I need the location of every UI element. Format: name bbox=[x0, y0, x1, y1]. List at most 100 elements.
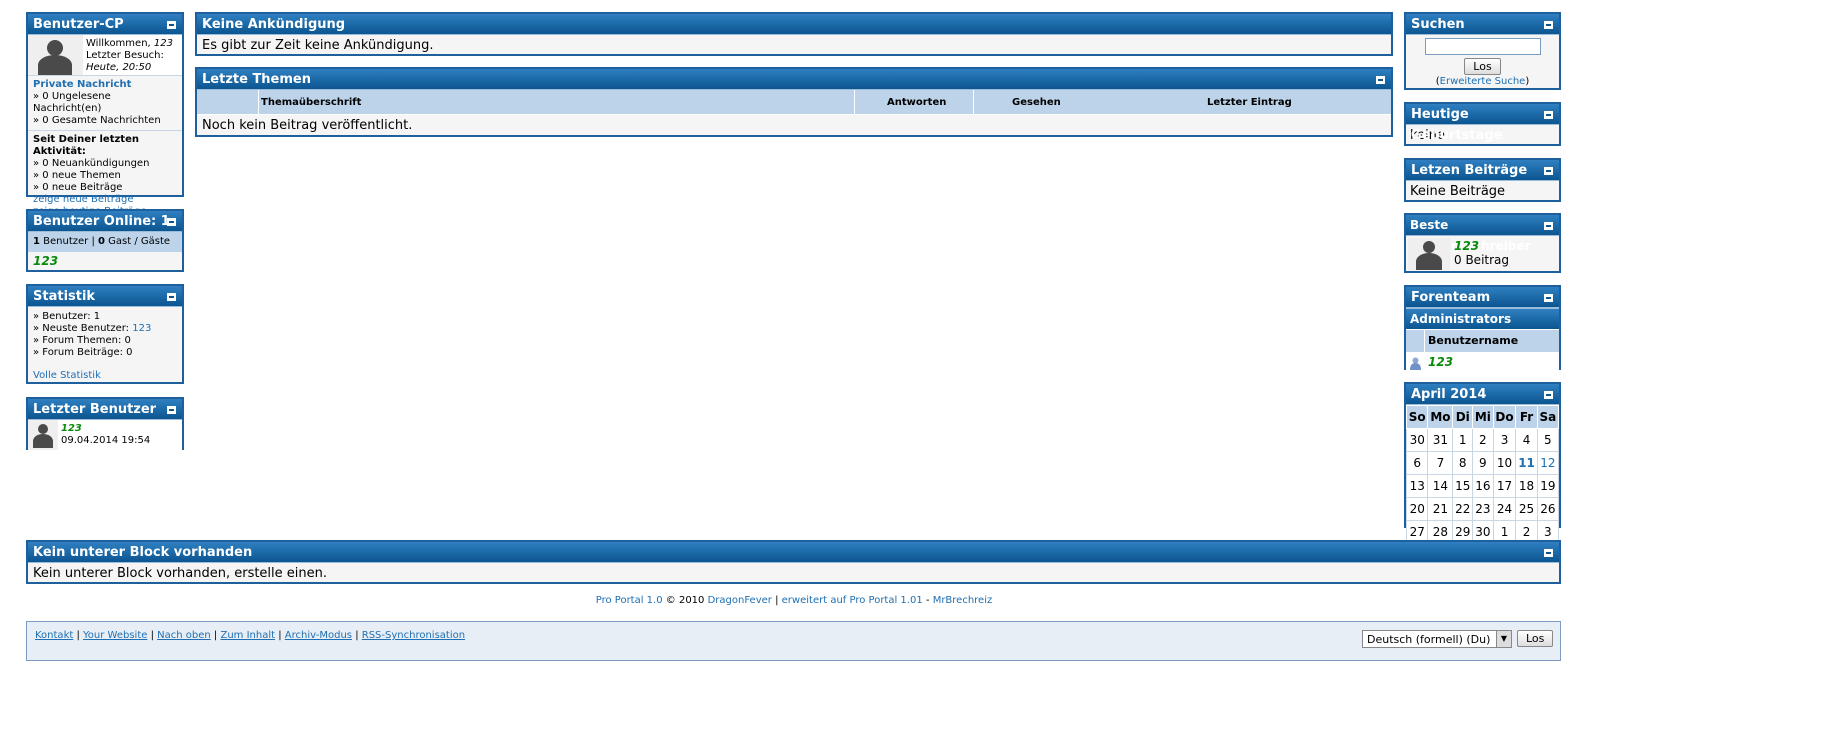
calendar-day-header: Do bbox=[1492, 405, 1517, 429]
calendar-day: 17 bbox=[1492, 474, 1517, 498]
collapse-icon[interactable] bbox=[1376, 76, 1385, 84]
calendar-day: 6 bbox=[1405, 451, 1429, 475]
top-poster-link[interactable]: 123 bbox=[1454, 239, 1479, 253]
collapse-icon[interactable] bbox=[1544, 391, 1553, 399]
statistics-header: Statistik bbox=[28, 286, 182, 307]
collapse-icon[interactable] bbox=[167, 406, 176, 414]
calendar-day: 15 bbox=[1452, 474, 1474, 498]
user-cp-header: Benutzer-CP bbox=[28, 14, 182, 35]
recent-posts-header: Letzen Beiträge bbox=[1406, 160, 1559, 181]
private-messages-link[interactable]: Private Nachricht bbox=[33, 79, 177, 91]
last-user-link[interactable]: 123 bbox=[61, 423, 82, 434]
column-last-post[interactable]: Letzter Eintrag bbox=[1207, 97, 1292, 108]
calendar-day: 26 bbox=[1536, 497, 1560, 521]
recent-posts-block: Letzen Beiträge Keine Beiträge bbox=[1404, 158, 1561, 202]
top-posters-block: Beste Beitragsschreiber 123 0 Beitrag bbox=[1404, 213, 1561, 273]
topics-empty-message: Noch kein Beitrag veröffentlicht. bbox=[202, 118, 413, 133]
full-statistics-link[interactable]: Volle Statistik bbox=[33, 370, 101, 381]
language-go-button[interactable]: Los bbox=[1517, 630, 1554, 647]
calendar-day[interactable]: 11 bbox=[1515, 451, 1538, 475]
calendar-block: April 2014 So Mo Di Mi Do Fr Sa 30 31 1 2 3 4 5 6 7 8 9 1… bbox=[1404, 382, 1561, 544]
calendar-day: 24 bbox=[1492, 497, 1517, 521]
collapse-icon[interactable] bbox=[1544, 294, 1553, 302]
calendar-day: 25 bbox=[1515, 497, 1538, 521]
calendar-day: 4 bbox=[1515, 428, 1538, 452]
show-new-posts-link[interactable]: zeige neue Beiträge bbox=[33, 194, 177, 206]
footer-link[interactable]: Your Website bbox=[83, 630, 147, 641]
collapse-icon[interactable] bbox=[1544, 111, 1553, 119]
last-user-header: Letzter Benutzer bbox=[28, 399, 182, 420]
footer-link[interactable]: Archiv-Modus bbox=[285, 630, 352, 641]
mrbrechreiz-link[interactable]: MrBrechreiz bbox=[933, 595, 993, 606]
latest-topics-header: Letzte Themen bbox=[197, 69, 1391, 90]
calendar-day: 8 bbox=[1452, 451, 1474, 475]
calendar-day-header: Di bbox=[1452, 405, 1474, 429]
last-user-block: Letzter Benutzer 123 09.04.2014 19:54 bbox=[26, 397, 184, 450]
calendar-day: 16 bbox=[1472, 474, 1494, 498]
credits: Pro Portal 1.0 © 2010 DragonFever | erwe… bbox=[595, 595, 993, 606]
calendar-day: 7 bbox=[1427, 451, 1454, 475]
last-visit: Heute, 20:50 bbox=[86, 62, 152, 73]
language-select[interactable]: Deutsch (formell) (Du) ▼ bbox=[1362, 630, 1512, 648]
calendar-day: 5 bbox=[1536, 428, 1560, 452]
topics-table-header: Themaüberschrift Antworten Gesehen Letzt… bbox=[197, 90, 1391, 115]
top-posters-header: Beste Beitragsschreiber bbox=[1406, 215, 1559, 253]
user-icon bbox=[1410, 357, 1421, 370]
calendar-day: 21 bbox=[1427, 497, 1454, 521]
collapse-icon[interactable] bbox=[1544, 21, 1553, 29]
calendar-day: 14 bbox=[1427, 474, 1454, 498]
user-cp-block: Benutzer-CP Willkommen, 123 Letzter Besu… bbox=[26, 12, 184, 217]
column-topic[interactable]: Themaüberschrift bbox=[261, 97, 361, 108]
dragonfever-link[interactable]: DragonFever bbox=[708, 595, 772, 606]
footer-bar: Kontakt | Your Website | Nach oben | Zum… bbox=[26, 621, 1561, 661]
footer-link[interactable]: Zum Inhalt bbox=[220, 630, 275, 641]
calendar-day: 2 bbox=[1472, 428, 1494, 452]
calendar-day: 30 bbox=[1405, 428, 1429, 452]
calendar-table: So Mo Di Mi Do Fr Sa 30 31 1 2 3 4 5 6 7 8 9 10 11 12 13 14 15… bbox=[1405, 405, 1560, 544]
users-online-block: Benutzer Online: 1 1 Benutzer | 0 Gast /… bbox=[26, 209, 184, 272]
calendar-header: April 2014 bbox=[1406, 384, 1559, 405]
extended-link[interactable]: erweitert auf Pro Portal 1.01 bbox=[782, 595, 923, 606]
avatar bbox=[28, 420, 58, 450]
column-views[interactable]: Gesehen bbox=[1012, 97, 1061, 108]
pro-portal-link[interactable]: Pro Portal 1.0 bbox=[596, 595, 663, 606]
avatar bbox=[1408, 238, 1450, 270]
calendar-day: 13 bbox=[1405, 474, 1429, 498]
search-input[interactable] bbox=[1424, 38, 1541, 55]
column-username: Benutzername bbox=[1428, 334, 1519, 347]
collapse-icon[interactable] bbox=[1544, 549, 1553, 557]
calendar-day: 31 bbox=[1427, 428, 1454, 452]
bottom-block: Kein unterer Block vorhanden Kein untere… bbox=[26, 540, 1561, 584]
latest-topics-block: Letzte Themen Themaüberschrift Antworten… bbox=[195, 67, 1393, 137]
advanced-search-link[interactable]: Erweiterte Suche bbox=[1440, 76, 1526, 87]
calendar-day: 20 bbox=[1405, 497, 1429, 521]
collapse-icon[interactable] bbox=[167, 293, 176, 301]
search-go-button[interactable]: Los bbox=[1464, 58, 1501, 75]
users-online-header: Benutzer Online: 1 bbox=[28, 211, 182, 232]
footer-link[interactable]: Nach oben bbox=[157, 630, 211, 641]
calendar-day: 18 bbox=[1515, 474, 1538, 498]
team-member-link[interactable]: 123 bbox=[1428, 355, 1453, 369]
birthdays-header: Heutige Geburtstage bbox=[1406, 104, 1559, 143]
calendar-day-header: Fr bbox=[1515, 405, 1538, 429]
group-administrators[interactable]: Administrators bbox=[1406, 308, 1559, 329]
avatar bbox=[28, 35, 83, 75]
chevron-down-icon: ▼ bbox=[1496, 631, 1511, 647]
calendar-day: 3 bbox=[1492, 428, 1517, 452]
footer-link[interactable]: RSS-Synchronisation bbox=[362, 630, 465, 641]
calendar-day: 9 bbox=[1472, 451, 1494, 475]
newest-user-link[interactable]: 123 bbox=[132, 323, 151, 334]
calendar-day: 22 bbox=[1452, 497, 1474, 521]
announcement-header: Keine Ankündigung bbox=[197, 14, 1391, 35]
collapse-icon[interactable] bbox=[167, 218, 176, 226]
column-replies[interactable]: Antworten bbox=[887, 97, 946, 108]
announcement-block: Keine Ankündigung Es gibt zur Zeit keine… bbox=[195, 12, 1393, 56]
calendar-day: 23 bbox=[1472, 497, 1494, 521]
search-header: Suchen bbox=[1406, 14, 1559, 35]
collapse-icon[interactable] bbox=[1544, 222, 1553, 230]
calendar-day[interactable]: 12 bbox=[1536, 451, 1560, 475]
collapse-icon[interactable] bbox=[167, 21, 176, 29]
collapse-icon[interactable] bbox=[1544, 167, 1553, 175]
footer-link[interactable]: Kontakt bbox=[35, 630, 73, 641]
online-user-link[interactable]: 123 bbox=[33, 254, 58, 268]
